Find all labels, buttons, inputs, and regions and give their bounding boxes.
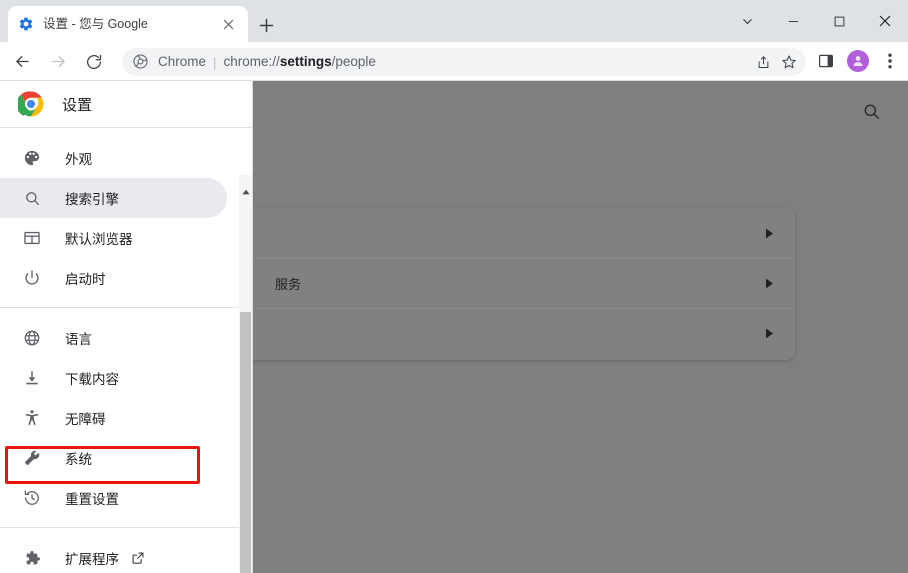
reload-button[interactable]: [76, 44, 112, 80]
url-suffix: /people: [331, 54, 376, 69]
external-link-icon: [131, 551, 145, 565]
history-restore-icon: [22, 488, 42, 508]
browser-toolbar: Chrome | chrome://settings/people: [0, 42, 908, 81]
chevron-right-icon: [761, 326, 777, 342]
scrollbar-thumb[interactable]: [240, 312, 251, 573]
minimize-icon[interactable]: [770, 0, 816, 42]
sidebar-item-label: 重置设置: [65, 492, 119, 507]
sidebar-item-label: 扩展程序: [65, 552, 119, 567]
sidebar-item-system[interactable]: 系统: [0, 438, 227, 478]
browser-window-icon: [22, 228, 42, 248]
avatar-circle: [847, 50, 869, 72]
forward-button[interactable]: [40, 44, 76, 80]
sidebar-item-default-browser[interactable]: 默认浏览器: [0, 218, 227, 258]
scroll-up-icon[interactable]: [239, 187, 252, 197]
sidebar-item-label: 默认浏览器: [65, 232, 133, 247]
settings-sidebar: 设置 外观 搜索引擎 默认浏览器 启动时 语言 下载内容 无障碍 系统 重置设置…: [0, 81, 253, 573]
settings-title: 设置: [62, 96, 93, 114]
power-icon: [22, 268, 42, 288]
settings-header: 设置: [0, 81, 252, 128]
settings-card-row-label: 服务: [275, 277, 302, 292]
sidebar-item-reset-settings[interactable]: 重置设置: [0, 478, 227, 518]
omnibox-separator: |: [213, 54, 217, 70]
sidebar-item-label: 启动时: [65, 272, 106, 287]
avatar[interactable]: [842, 44, 874, 78]
side-panel-icon[interactable]: [810, 44, 842, 78]
tab-title: 设置 - 您与 Google: [43, 17, 148, 31]
new-tab-button[interactable]: [252, 11, 280, 39]
tab-strip: 设置 - 您与 Google: [0, 0, 908, 42]
sidebar-scrollbar[interactable]: [239, 175, 252, 573]
window-controls: [724, 0, 908, 42]
settings-menu: 外观 搜索引擎 默认浏览器 启动时 语言 下载内容 无障碍 系统 重置设置 扩展…: [0, 128, 252, 573]
puzzle-icon: [22, 548, 42, 568]
url-prefix: chrome://: [223, 54, 280, 69]
settings-card-row[interactable]: [253, 308, 795, 358]
omnibox-scheme-label: Chrome: [158, 54, 207, 69]
chevron-right-icon: [761, 225, 777, 241]
palette-icon: [22, 148, 42, 168]
chevron-right-icon: [761, 276, 777, 292]
close-icon[interactable]: [218, 14, 238, 34]
sidebar-item-downloads[interactable]: 下载内容: [0, 358, 227, 398]
back-button[interactable]: [4, 44, 40, 80]
sidebar-item-search-engine[interactable]: 搜索引擎: [0, 178, 227, 218]
omnibox-actions: [750, 51, 802, 73]
settings-card: 服务: [253, 208, 795, 360]
star-icon[interactable]: [776, 51, 802, 73]
sidebar-item-label: 无障碍: [65, 412, 106, 427]
maximize-icon[interactable]: [816, 0, 862, 42]
sidebar-item-appearance[interactable]: 外观: [0, 138, 227, 178]
sidebar-item-label: 下载内容: [65, 372, 119, 387]
browser-tab[interactable]: 设置 - 您与 Google: [8, 6, 248, 42]
content-dim-overlay: 服务: [253, 81, 908, 573]
url-bold: settings: [279, 54, 332, 69]
accessibility-icon: [22, 408, 42, 428]
settings-card-row[interactable]: 服务: [253, 258, 795, 308]
sidebar-item-label: 语言: [65, 332, 92, 347]
sidebar-item-languages[interactable]: 语言: [0, 318, 227, 358]
sidebar-item-label: 外观: [65, 152, 92, 167]
search-icon: [22, 188, 42, 208]
globe-icon: [22, 328, 42, 348]
sidebar-item-extensions[interactable]: 扩展程序: [0, 538, 227, 573]
settings-search-icon[interactable]: [854, 94, 888, 128]
page-content: 服务 设置 外观 搜索引擎 默认浏览器 启动时 语言 下载内容 无障碍 系统 重…: [0, 81, 908, 573]
sidebar-item-label: 搜索引擎: [65, 192, 119, 207]
gear-icon: [18, 16, 34, 32]
chevron-down-icon[interactable]: [724, 0, 770, 42]
more-menu-icon[interactable]: [874, 44, 906, 78]
omnibox-url: chrome://settings/people: [224, 53, 376, 71]
sidebar-item-accessibility[interactable]: 无障碍: [0, 398, 227, 438]
settings-card-row[interactable]: [253, 208, 795, 258]
sidebar-item-label: 系统: [65, 452, 92, 467]
settings-menu-group: 扩展程序: [0, 527, 252, 573]
close-icon[interactable]: [862, 0, 908, 42]
toolbar-right-actions: [810, 44, 906, 78]
chrome-logo-icon: [16, 91, 44, 117]
chrome-logo-icon: [132, 53, 150, 71]
browser-window: 设置 - 您与 Google Chrome | chrome://setting…: [0, 0, 908, 573]
settings-menu-group: 外观 搜索引擎 默认浏览器 启动时: [0, 128, 252, 307]
address-bar[interactable]: Chrome | chrome://settings/people: [122, 48, 806, 76]
download-icon: [22, 368, 42, 388]
share-icon[interactable]: [750, 51, 776, 73]
settings-menu-group: 语言 下载内容 无障碍 系统 重置设置: [0, 307, 252, 527]
sidebar-item-on-startup[interactable]: 启动时: [0, 258, 227, 298]
wrench-icon: [22, 448, 42, 468]
